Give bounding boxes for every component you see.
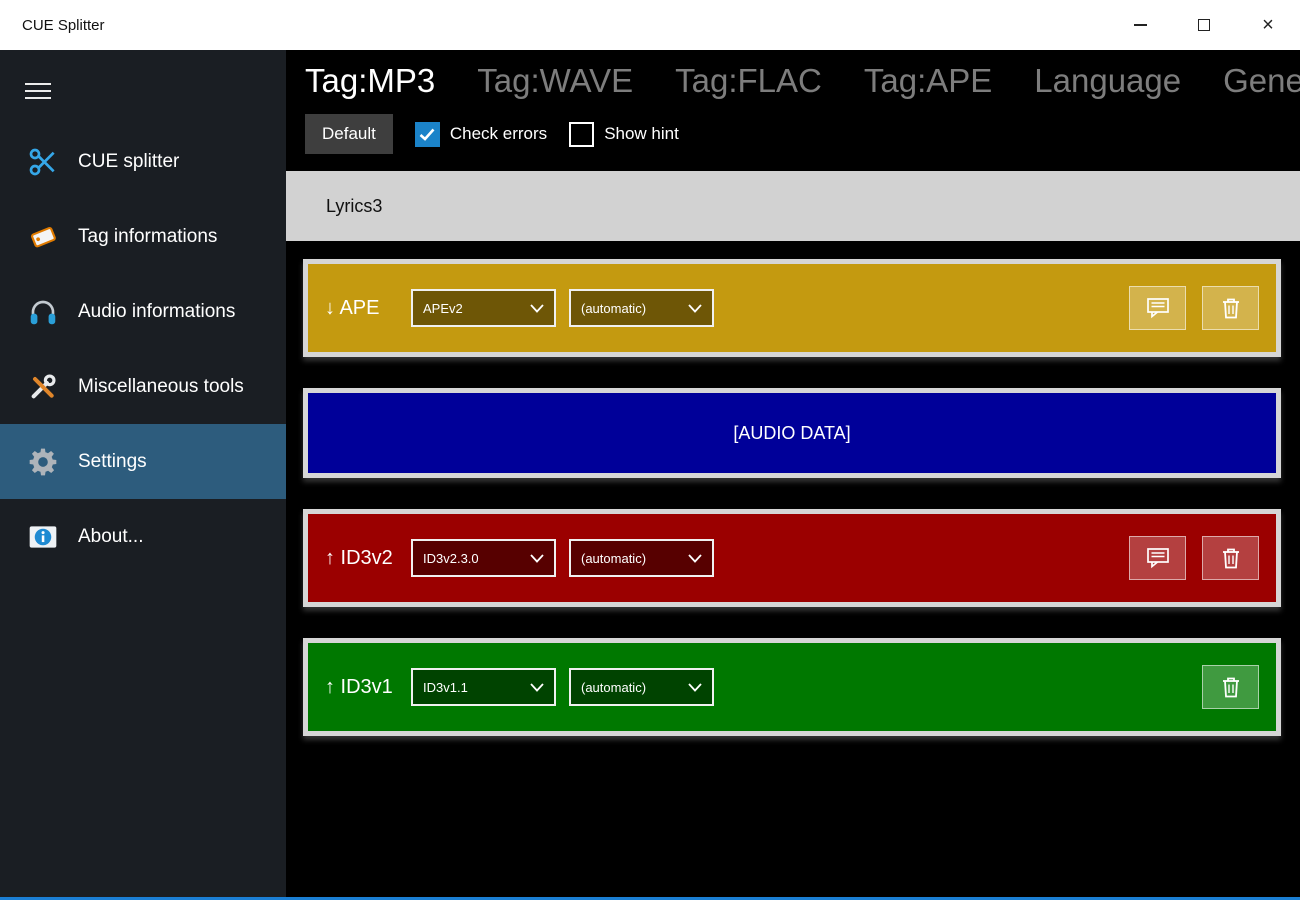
check-icon bbox=[420, 128, 435, 141]
ape-version-value: APEv2 bbox=[423, 300, 463, 316]
close-icon: × bbox=[1262, 14, 1274, 36]
tab-general[interactable]: General bbox=[1223, 62, 1300, 100]
app-window: CUE Splitter × CUE splitter Tag informat… bbox=[0, 0, 1300, 900]
id3v2-row-frame: ↑ ID3v2 ID3v2.3.0 (automatic) bbox=[303, 509, 1281, 607]
ape-row-frame: ↓ APE APEv2 (automatic) bbox=[303, 259, 1281, 357]
scissors-icon bbox=[22, 141, 64, 183]
tab-language[interactable]: Language bbox=[1034, 62, 1181, 100]
sidebar-item-cue-splitter[interactable]: CUE splitter bbox=[0, 124, 286, 199]
id3v1-mode-dropdown[interactable]: (automatic) bbox=[569, 668, 714, 706]
sidebar-item-label: Audio informations bbox=[78, 300, 236, 322]
ape-delete-button[interactable] bbox=[1202, 286, 1259, 330]
headphones-icon bbox=[22, 291, 64, 333]
tab-bar: Tag:MP3 Tag:WAVE Tag:FLAC Tag:APE Langua… bbox=[286, 50, 1300, 100]
sidebar: CUE splitter Tag informations Audio info… bbox=[0, 50, 286, 897]
sidebar-item-settings[interactable]: Settings bbox=[0, 424, 286, 499]
id3v2-delete-button[interactable] bbox=[1202, 536, 1259, 580]
trash-icon bbox=[1222, 298, 1239, 319]
id3v1-row-label: ↑ ID3v1 bbox=[325, 675, 393, 698]
id3v2-mode-dropdown[interactable]: (automatic) bbox=[569, 539, 714, 577]
tag-layout-list: ↓ APE APEv2 (automatic) [AUDIO DATA] ↑ I… bbox=[303, 259, 1281, 767]
gear-icon bbox=[22, 441, 64, 483]
trash-icon bbox=[1222, 677, 1239, 698]
id3v2-version-value: ID3v2.3.0 bbox=[423, 550, 479, 566]
id3v2-hint-button[interactable] bbox=[1129, 536, 1186, 580]
sidebar-item-label: About... bbox=[78, 525, 144, 547]
id3v2-mode-value: (automatic) bbox=[581, 550, 647, 566]
check-errors-checkbox[interactable] bbox=[414, 121, 440, 147]
default-button[interactable]: Default bbox=[305, 114, 393, 154]
audio-data-frame: [AUDIO DATA] bbox=[303, 388, 1281, 478]
sidebar-item-label: CUE splitter bbox=[78, 150, 180, 172]
check-errors-label: Check errors bbox=[449, 124, 548, 143]
show-hint-checkbox[interactable] bbox=[569, 121, 595, 147]
maximize-icon bbox=[1198, 19, 1210, 31]
sidebar-item-label: Settings bbox=[78, 450, 147, 472]
id3v1-mode-value: (automatic) bbox=[581, 679, 647, 695]
tab-tag-mp3[interactable]: Tag:MP3 bbox=[305, 62, 435, 100]
sidebar-item-about[interactable]: About... bbox=[0, 499, 286, 574]
audio-data-band: [AUDIO DATA] bbox=[308, 393, 1276, 473]
minimize-button[interactable] bbox=[1108, 0, 1172, 50]
chevron-down-icon bbox=[530, 303, 544, 313]
id3v1-delete-button[interactable] bbox=[1202, 665, 1259, 709]
sidebar-item-tag-informations[interactable]: Tag informations bbox=[0, 199, 286, 274]
id3v2-row-label: ↑ ID3v2 bbox=[325, 546, 393, 569]
ape-row: ↓ APE APEv2 (automatic) bbox=[308, 264, 1276, 352]
ape-hint-button[interactable] bbox=[1129, 286, 1186, 330]
tools-icon bbox=[22, 366, 64, 408]
tag-icon bbox=[22, 216, 64, 258]
id3v1-row-frame: ↑ ID3v1 ID3v1.1 (automatic) bbox=[303, 638, 1281, 736]
hint-bubble-icon bbox=[1146, 548, 1169, 569]
lyrics3-label: Lyrics3 bbox=[326, 195, 383, 216]
ape-mode-dropdown[interactable]: (automatic) bbox=[569, 289, 714, 327]
hint-bubble-icon bbox=[1146, 298, 1169, 319]
minimize-icon bbox=[1133, 24, 1147, 26]
trash-icon bbox=[1222, 548, 1239, 569]
tab-tag-flac[interactable]: Tag:FLAC bbox=[675, 62, 822, 100]
sidebar-item-audio-informations[interactable]: Audio informations bbox=[0, 274, 286, 349]
sidebar-item-label: Miscellaneous tools bbox=[78, 375, 244, 397]
title-bar: CUE Splitter × bbox=[0, 0, 1300, 50]
tab-tag-ape[interactable]: Tag:APE bbox=[864, 62, 992, 100]
ape-version-dropdown[interactable]: APEv2 bbox=[411, 289, 556, 327]
id3v2-row: ↑ ID3v2 ID3v2.3.0 (automatic) bbox=[308, 514, 1276, 602]
hamburger-menu-button[interactable] bbox=[25, 78, 51, 104]
hamburger-icon bbox=[25, 90, 51, 92]
id3v1-row: ↑ ID3v1 ID3v1.1 (automatic) bbox=[308, 643, 1276, 731]
ape-row-label: ↓ APE bbox=[325, 296, 380, 319]
sidebar-item-miscellaneous-tools[interactable]: Miscellaneous tools bbox=[0, 349, 286, 424]
chevron-down-icon bbox=[530, 682, 544, 692]
window-title: CUE Splitter bbox=[22, 16, 105, 34]
show-hint-label: Show hint bbox=[604, 124, 679, 143]
id3v2-version-dropdown[interactable]: ID3v2.3.0 bbox=[411, 539, 556, 577]
audio-data-label: [AUDIO DATA] bbox=[733, 422, 851, 443]
settings-toolbar: Default Check errors Show hint bbox=[305, 113, 1300, 155]
tab-tag-wave[interactable]: Tag:WAVE bbox=[477, 62, 633, 100]
lyrics3-item[interactable]: Lyrics3 bbox=[286, 171, 1300, 241]
main-content: Tag:MP3 Tag:WAVE Tag:FLAC Tag:APE Langua… bbox=[286, 50, 1300, 897]
chevron-down-icon bbox=[688, 553, 702, 563]
chevron-down-icon bbox=[688, 682, 702, 692]
ape-mode-value: (automatic) bbox=[581, 300, 647, 316]
chevron-down-icon bbox=[530, 553, 544, 563]
sidebar-item-label: Tag informations bbox=[78, 225, 218, 247]
hamburger-icon bbox=[25, 97, 51, 99]
chevron-down-icon bbox=[688, 303, 702, 313]
info-icon bbox=[22, 516, 64, 558]
maximize-button[interactable] bbox=[1172, 0, 1236, 50]
window-controls: × bbox=[1108, 0, 1300, 50]
close-button[interactable]: × bbox=[1236, 0, 1300, 50]
id3v1-version-value: ID3v1.1 bbox=[423, 679, 468, 695]
hamburger-icon bbox=[25, 83, 51, 85]
id3v1-version-dropdown[interactable]: ID3v1.1 bbox=[411, 668, 556, 706]
